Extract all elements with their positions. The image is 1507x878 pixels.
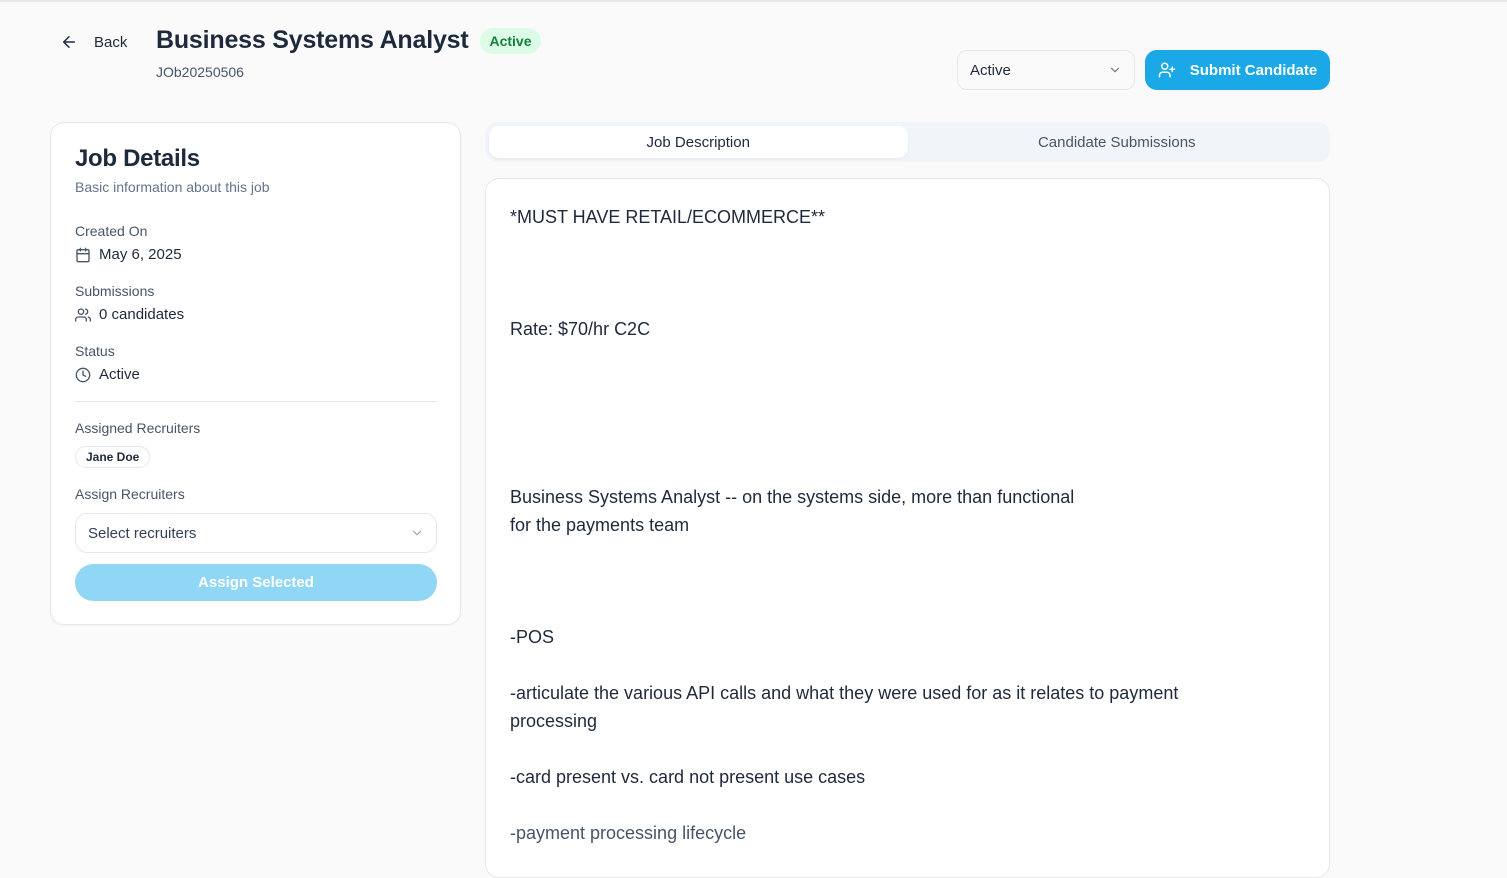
description-line: processing (510, 711, 598, 731)
status-badge: Active (480, 27, 541, 54)
divider (75, 401, 437, 402)
description-line: -payment processing lifecycle (510, 823, 747, 843)
status-value: Active (99, 366, 140, 383)
submissions-value: 0 candidates (99, 306, 185, 323)
arrow-left-icon (63, 36, 75, 48)
created-on-value-row: May 6, 2025 (75, 246, 182, 263)
submit-candidate-label: Submit Candidate (1189, 61, 1318, 79)
assign-recruiters-label: Assign Recruiters (75, 486, 185, 502)
description-line: *MUST HAVE RETAIL/ECOMMERCE** (510, 207, 826, 227)
job-id: JOb20250506 (156, 64, 244, 80)
chevron-down-icon (1110, 67, 1120, 73)
status-select-value: Active (970, 61, 1011, 79)
back-button[interactable]: Back (60, 33, 127, 51)
tab-candidate-submissions[interactable]: Candidate Submissions (908, 126, 1327, 158)
description-line: -articulate the various API calls and wh… (510, 683, 1179, 703)
job-details-subtitle: Basic information about this job (75, 179, 270, 195)
job-details-title: Job Details (75, 145, 200, 172)
users-icon (75, 307, 91, 322)
job-details-card: Job Details Basic information about this… (50, 122, 461, 625)
description-line: -card present vs. card not present use c… (510, 767, 866, 787)
recruiter-select[interactable]: Select recruiters (75, 513, 437, 553)
description-line: for the payments team (510, 515, 690, 535)
description-line: Rate: $70/hr C2C (510, 319, 651, 339)
assigned-recruiters-label: Assigned Recruiters (75, 420, 201, 436)
tab-list: Job Description Candidate Submissions (485, 122, 1330, 162)
description-line: -POS (510, 627, 555, 647)
submissions-value-row: 0 candidates (75, 306, 184, 323)
top-border (0, 0, 1507, 2)
tab-job-description[interactable]: Job Description (489, 126, 908, 158)
status-value-row: Active (75, 366, 140, 383)
recruiter-chip: Jane Doe (75, 446, 151, 468)
created-on-value: May 6, 2025 (99, 246, 182, 263)
submissions-label: Submissions (75, 283, 155, 299)
recruiter-select-placeholder: Select recruiters (88, 524, 197, 542)
clock-icon (75, 367, 91, 382)
user-plus-icon (1158, 62, 1175, 78)
description-line: Business Systems Analyst -- on the syste… (510, 487, 1075, 507)
page-title: Business Systems Analyst (156, 26, 469, 54)
assign-selected-button[interactable]: Assign Selected (75, 564, 437, 601)
status-label: Status (75, 343, 115, 359)
submit-candidate-button[interactable]: Submit Candidate (1145, 50, 1330, 90)
calendar-icon (76, 247, 90, 262)
status-select[interactable]: Active (957, 50, 1135, 90)
back-label: Back (94, 33, 128, 51)
chevron-down-icon (412, 530, 422, 536)
title-row: Business Systems Analyst Active (156, 26, 541, 55)
created-on-label: Created On (75, 223, 148, 239)
job-description-card: *MUST HAVE RETAIL/ECOMMERCE** Rate: $70/… (485, 178, 1330, 878)
